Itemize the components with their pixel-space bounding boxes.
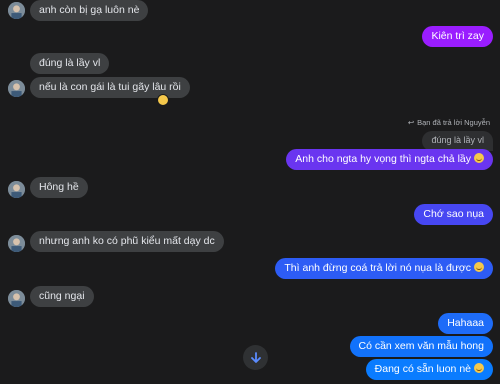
emoji-icon [474, 153, 484, 163]
reply-note-text: Bạn đã trả lời Nguyễn [417, 118, 490, 127]
arrow-down-icon [250, 351, 261, 363]
message-bubble-outgoing[interactable]: Đang có sẵn luon nè [365, 359, 493, 380]
message-bubble-incoming[interactable]: nhưng anh ko có phũ kiểu mất dạy dc [30, 231, 224, 252]
message-bubble-outgoing[interactable]: Thì anh đừng coá trả lời nó nụa là được [275, 258, 493, 279]
message-text: Anh cho ngta hy vọng thì ngta chả lầy [295, 153, 471, 165]
emoji-icon [474, 363, 484, 373]
message-bubble-outgoing[interactable]: Anh cho ngta hy vọng thì ngta chả lầy [286, 149, 493, 170]
quoted-message[interactable]: đúng là lầy vl [422, 131, 493, 151]
message-text: cũng ngại [39, 290, 85, 302]
message-text: nhưng anh ko có phũ kiểu mất dạy dc [39, 235, 215, 247]
message-text: Hông hề [39, 181, 79, 193]
message-thread: anh còn bị gạ luôn nè Kiên trì zay đúng … [0, 0, 500, 384]
reply-indicator: ↩ Bạn đã trả lời Nguyễn [408, 118, 490, 127]
message-bubble-incoming[interactable]: Hông hề [30, 177, 88, 198]
message-bubble-outgoing[interactable]: Có cần xem văn mẫu hong [349, 336, 493, 357]
message-text: Thì anh đừng coá trả lời nó nụa là được [284, 262, 471, 274]
message-text: Chớ sao nụa [423, 208, 484, 220]
quoted-text: đúng là lầy vl [431, 135, 484, 145]
avatar-icon[interactable] [8, 2, 25, 19]
message-text: anh còn bị gạ luôn nè [39, 4, 140, 16]
message-text: nếu là con gái là tui gãy lâu rồi [39, 81, 181, 93]
avatar-icon[interactable] [8, 181, 25, 198]
reply-arrow-icon: ↩ [407, 118, 415, 127]
avatar-icon[interactable] [8, 290, 25, 307]
message-bubble-outgoing[interactable]: Chớ sao nụa [414, 204, 493, 225]
message-bubble-incoming[interactable]: đúng là lầy vl [30, 53, 110, 74]
scroll-to-bottom-button[interactable] [243, 345, 268, 370]
emoji-icon [474, 262, 484, 272]
message-bubble-outgoing[interactable]: Kiên trì zay [422, 26, 493, 47]
message-text: Hahaaa [447, 317, 484, 329]
message-text: Kiên trì zay [431, 30, 484, 42]
avatar-icon[interactable] [8, 80, 25, 97]
message-bubble-incoming[interactable]: anh còn bị gạ luôn nè [30, 0, 149, 21]
emoji-icon[interactable] [157, 94, 169, 106]
message-text: Có cần xem văn mẫu hong [358, 340, 485, 352]
message-bubble-outgoing[interactable]: Hahaaa [438, 313, 493, 334]
message-text: đúng là lầy vl [39, 57, 101, 69]
message-bubble-incoming[interactable]: cũng ngại [30, 286, 94, 307]
avatar-icon[interactable] [8, 235, 25, 252]
message-text: Đang có sẵn luon nè [374, 363, 471, 375]
